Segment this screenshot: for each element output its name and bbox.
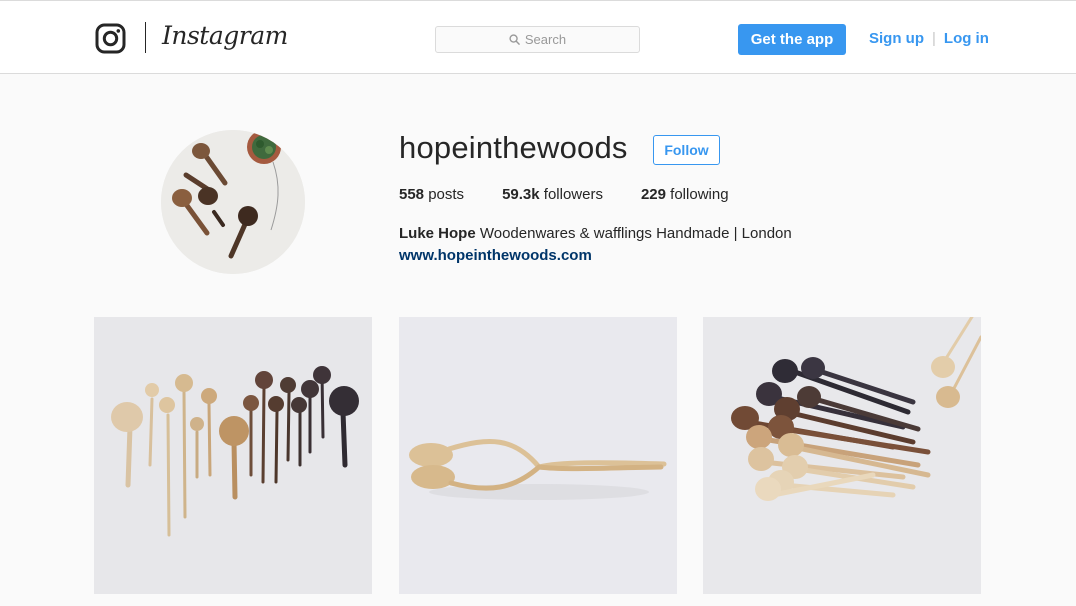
post-thumbnail-2[interactable] [399, 317, 677, 594]
sign-up-link[interactable]: Sign up [869, 30, 924, 47]
profile-avatar [161, 130, 305, 274]
auth-separator: | [932, 30, 936, 47]
posts-count: 558 [399, 186, 425, 203]
following-count: 229 [640, 186, 666, 203]
profile-bio: Luke Hope Woodenwares & wafflings Handma… [399, 225, 792, 242]
log-in-link[interactable]: Log in [944, 30, 989, 47]
following-label: following [670, 186, 729, 203]
profile-website-link[interactable]: www.hopeinthewoods.com [399, 247, 592, 264]
followers-label: followers [543, 186, 603, 203]
profile-full-name: Luke Hope [399, 225, 476, 242]
search-input[interactable]: Search [435, 26, 640, 53]
profile-bio-text: Woodenwares & wafflings Handmade | Londo… [479, 225, 792, 242]
post-thumbnail-1[interactable] [94, 317, 372, 594]
follow-button[interactable]: Follow [653, 135, 720, 165]
auth-links: Sign up | Log in [869, 30, 989, 47]
profile-stats: 558 posts 59.3k followers 229 following [399, 186, 767, 203]
followers-count: 59.3k [502, 186, 540, 203]
profile-username: hopeinthewoods [399, 130, 628, 165]
instagram-wordmark-logo[interactable]: Instagram [162, 21, 288, 50]
posts-label: posts [428, 186, 465, 203]
top-navigation-bar: Instagram Search Get the app Sign up | L… [0, 0, 1076, 74]
followers-stat[interactable]: 59.3k followers [502, 186, 603, 203]
get-the-app-button[interactable]: Get the app [738, 24, 846, 55]
post-thumbnail-3[interactable] [703, 317, 981, 594]
instagram-camera-icon[interactable] [95, 23, 126, 54]
following-stat[interactable]: 229 following [641, 186, 729, 203]
posts-stat: 558 posts [399, 186, 464, 203]
search-placeholder: Search [524, 32, 567, 47]
logo-divider [145, 22, 146, 53]
search-icon [509, 34, 520, 45]
